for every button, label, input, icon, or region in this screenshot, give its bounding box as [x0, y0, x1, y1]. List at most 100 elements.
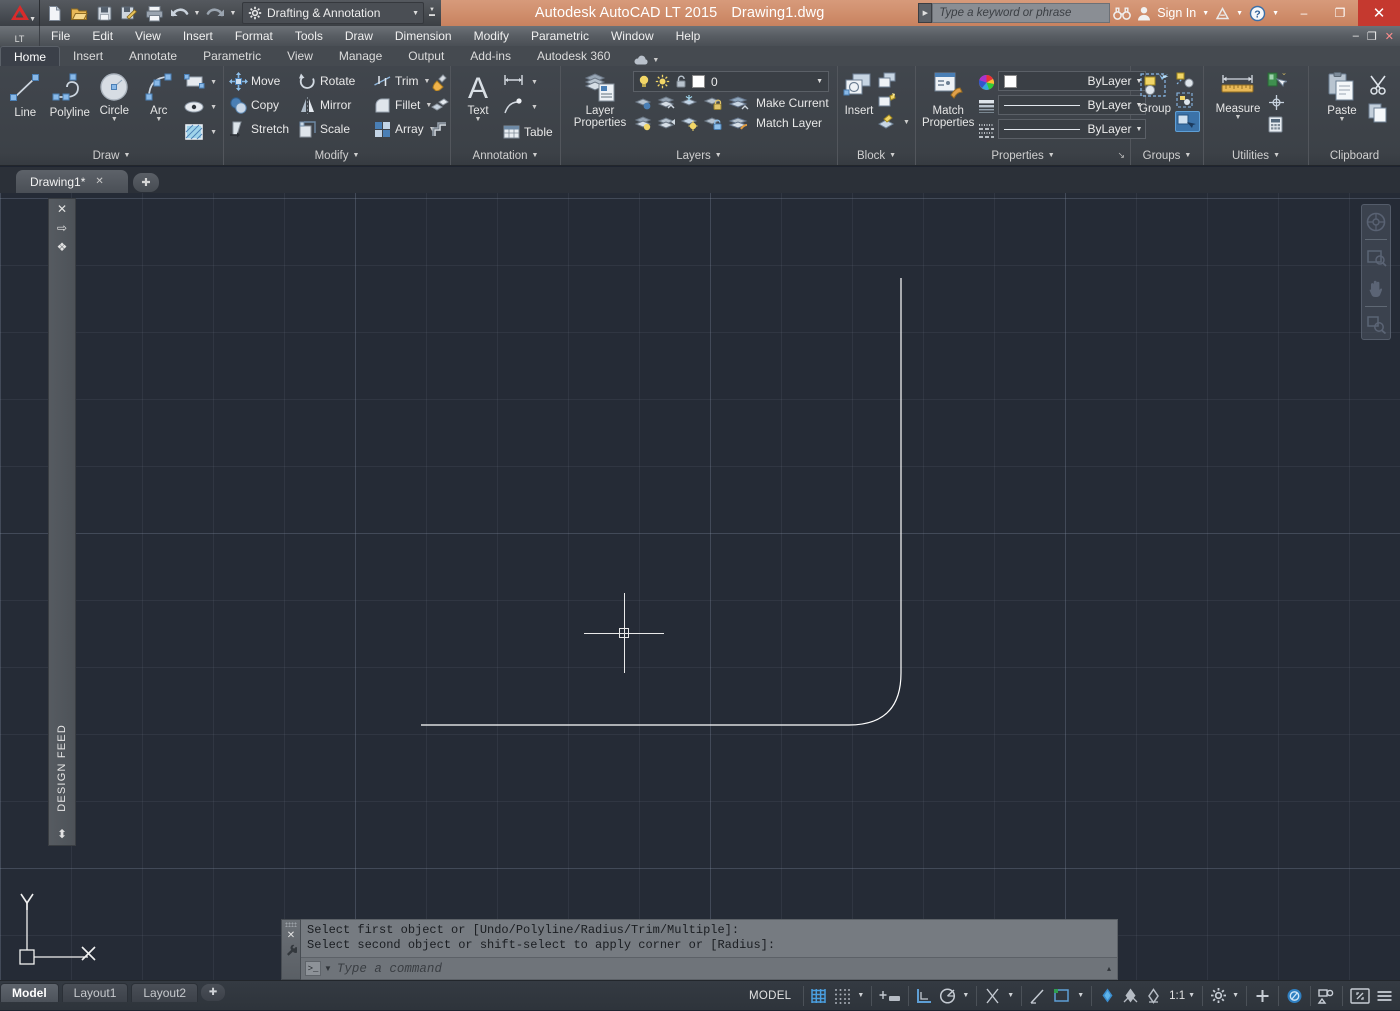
modify-trim-button[interactable]: Trim ▼	[373, 69, 430, 93]
open-file-icon[interactable]	[67, 1, 91, 25]
insert-block-button[interactable]: Insert	[842, 68, 876, 117]
sign-in-caret-icon[interactable]: ▼	[1199, 10, 1212, 17]
file-tab-drawing1[interactable]: Drawing1* ✕	[16, 170, 128, 193]
modify-mirror-button[interactable]: Mirror	[298, 93, 372, 117]
measure-button[interactable]: Measure ▼	[1210, 68, 1266, 121]
panel-layers-footer[interactable]: Layers ▼	[561, 146, 837, 165]
search-input[interactable]: Type a keyword or phrase	[932, 3, 1111, 23]
panel-properties-footer[interactable]: Properties ▼ ↘	[916, 146, 1130, 165]
panel-annotation-footer[interactable]: Annotation ▼	[451, 146, 560, 165]
autodesk-exchange-icon[interactable]	[1212, 0, 1233, 26]
quick-select-button[interactable]	[1266, 69, 1290, 91]
autoscale-toggle[interactable]	[1119, 985, 1142, 1007]
group-selection-toggle-button[interactable]	[1175, 111, 1200, 132]
design-feed-menu-button[interactable]: ❖	[49, 237, 75, 256]
chevron-down-icon[interactable]: ▼	[903, 119, 910, 126]
menu-help[interactable]: Help	[665, 26, 712, 46]
menu-insert[interactable]: Insert	[172, 26, 224, 46]
layer-merge-icon[interactable]	[656, 114, 678, 132]
snap-mode-toggle[interactable]	[831, 985, 854, 1007]
match-layer-label[interactable]: Match Layer	[756, 116, 822, 130]
modify-rotate-button[interactable]: Rotate	[298, 69, 372, 93]
make-current-icon[interactable]	[725, 94, 751, 112]
tab-annotate[interactable]: Annotate	[116, 46, 190, 66]
plot-icon[interactable]	[142, 1, 166, 25]
draw-ellipse-button[interactable]: ▼	[183, 95, 220, 119]
match-layer-icon[interactable]	[725, 114, 751, 132]
close-button[interactable]: ✕	[1358, 0, 1400, 26]
cut-button[interactable]	[1367, 71, 1392, 97]
lightbulb-on-icon[interactable]	[637, 74, 651, 89]
chevron-down-icon[interactable]: ▼	[155, 116, 162, 123]
layer-properties-button[interactable]: Layer Properties	[567, 68, 633, 129]
cloud-sync-button[interactable]: ▼	[633, 55, 659, 66]
menu-parametric[interactable]: Parametric	[520, 26, 600, 46]
redo-icon[interactable]	[203, 1, 227, 25]
steering-wheel-icon[interactable]	[1363, 207, 1389, 237]
ortho-mode-toggle[interactable]	[913, 985, 936, 1007]
layer-freeze-icon[interactable]	[679, 94, 701, 112]
properties-dialog-launcher[interactable]: ↘	[1117, 150, 1125, 161]
undo-icon[interactable]	[167, 1, 191, 25]
chevron-down-icon[interactable]: ▼	[475, 116, 482, 123]
layer-lock-icon[interactable]	[702, 94, 724, 112]
tab-output[interactable]: Output	[395, 46, 457, 66]
graphics-config-button[interactable]	[1315, 985, 1338, 1007]
osnap-settings-caret-icon[interactable]: ▼	[1004, 992, 1017, 999]
copy-clip-button[interactable]	[1367, 99, 1392, 125]
layer-selector-combo[interactable]: 0 ▼	[633, 71, 829, 92]
panel-groups-footer[interactable]: Groups ▼	[1131, 146, 1203, 165]
chevron-down-icon[interactable]: ▼	[531, 104, 538, 111]
chevron-down-icon[interactable]: ▼	[111, 116, 118, 123]
close-icon[interactable]: ✕	[287, 930, 295, 941]
doc-close-button[interactable]: ✕	[1383, 30, 1396, 43]
workspace-switch-button[interactable]	[1207, 985, 1229, 1007]
menu-window[interactable]: Window	[600, 26, 665, 46]
chevron-down-icon[interactable]: ▼	[210, 129, 217, 136]
draw-polyline-button[interactable]: Polyline	[48, 68, 93, 119]
annotation-dimension-button[interactable]: ▼	[502, 70, 556, 94]
drag-dots-icon[interactable]	[285, 922, 297, 927]
search-binoculars-icon[interactable]	[1110, 0, 1134, 26]
menu-modify[interactable]: Modify	[463, 26, 520, 46]
scale-caret-icon[interactable]: ▼	[1185, 992, 1198, 999]
user-account-icon[interactable]	[1134, 0, 1154, 26]
tab-manage[interactable]: Manage	[326, 46, 395, 66]
tab-view[interactable]: View	[274, 46, 326, 66]
menu-file[interactable]: File	[40, 26, 81, 46]
panel-modify-footer[interactable]: Modify ▼	[224, 146, 450, 165]
annotation-leader-button[interactable]: ▼	[502, 95, 556, 119]
design-feed-close-button[interactable]: ✕	[49, 199, 75, 218]
minimize-button[interactable]: –	[1286, 0, 1322, 26]
modify-fillet-button[interactable]: Fillet ▼	[373, 93, 432, 117]
layout-tab-model[interactable]: Model	[0, 983, 59, 1002]
save-as-icon[interactable]	[117, 1, 141, 25]
unlock-icon[interactable]	[674, 74, 688, 89]
wrench-icon[interactable]	[286, 944, 299, 960]
annotation-scale-toggle[interactable]	[1142, 985, 1165, 1007]
create-block-button[interactable]	[876, 70, 913, 91]
chevron-down-icon[interactable]: ▼	[1339, 116, 1346, 123]
command-input[interactable]: Type a command	[337, 962, 1104, 976]
tab-home[interactable]: Home	[0, 46, 61, 66]
new-drawing-tab-button[interactable]: ✚	[133, 173, 159, 192]
calculator-button[interactable]	[1266, 113, 1290, 135]
object-snap-tracking-toggle[interactable]	[1026, 985, 1049, 1007]
restore-button[interactable]: ❐	[1322, 0, 1358, 26]
redo-dropdown-caret-icon[interactable]: ▼	[228, 1, 238, 25]
help-icon[interactable]: ?	[1246, 0, 1269, 26]
qat-overflow-icon[interactable]: ▼ ▬	[425, 1, 439, 25]
lineweight-toggle[interactable]	[1049, 985, 1074, 1007]
annotation-table-button[interactable]: Table	[502, 120, 556, 144]
layer-unlock-icon[interactable]	[702, 114, 724, 132]
modify-scale-button[interactable]: Scale	[298, 117, 372, 141]
edit-block-button[interactable]	[876, 91, 913, 112]
tab-add-ins[interactable]: Add-ins	[457, 46, 524, 66]
annotation-text-button[interactable]: A Text ▼	[454, 68, 502, 123]
layer-previous-icon[interactable]	[656, 94, 678, 112]
layer-isolate-icon[interactable]	[633, 94, 655, 112]
workspace-switcher[interactable]: Drafting & Annotation ▼	[242, 2, 424, 24]
chevron-down-icon[interactable]: ▼	[324, 964, 334, 973]
menu-tools[interactable]: Tools	[284, 26, 334, 46]
new-layout-button[interactable]: ✚	[201, 984, 226, 1001]
